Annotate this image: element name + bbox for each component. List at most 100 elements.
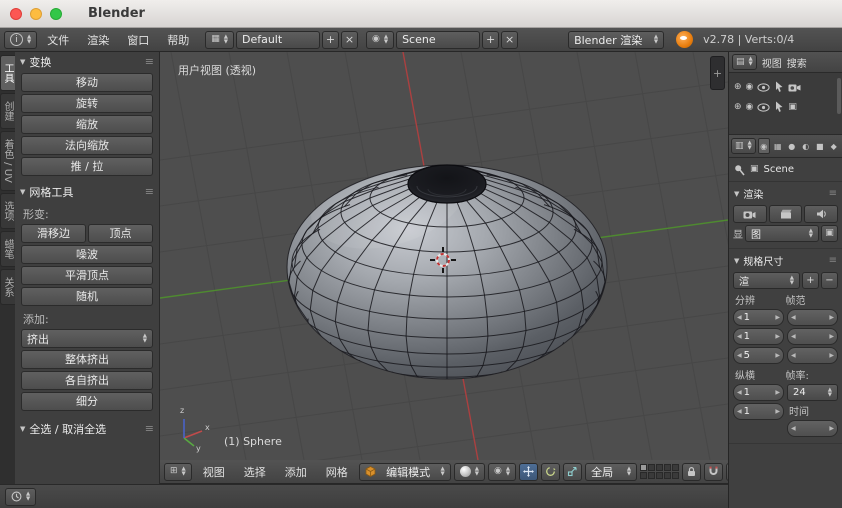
extrude-dropdown[interactable]: 挤出 bbox=[21, 329, 153, 348]
menu-view[interactable]: 视图 bbox=[195, 464, 233, 480]
editor-type-3dview-button[interactable]: ⊞ bbox=[164, 462, 192, 481]
frame-end-field[interactable] bbox=[787, 328, 838, 345]
outliner-menu-search[interactable]: 搜索 bbox=[787, 55, 839, 70]
scale-button[interactable]: 缩放 bbox=[21, 115, 153, 134]
mesh-tools-panel-header[interactable]: 网格工具 bbox=[15, 182, 159, 201]
shelf-tab-grease-pencil[interactable]: 蜡笔 bbox=[0, 230, 15, 267]
cursor-arrow-icon[interactable] bbox=[774, 81, 784, 93]
menu-window[interactable]: 窗口 bbox=[119, 32, 157, 48]
layer-cell[interactable] bbox=[648, 464, 656, 471]
tab-render[interactable]: ◉ bbox=[757, 138, 770, 154]
shelf-tab-relations[interactable]: 关系 bbox=[0, 268, 15, 305]
panel-grip-icon[interactable] bbox=[145, 55, 154, 68]
layer-cell[interactable] bbox=[640, 464, 648, 471]
camera-icon[interactable] bbox=[788, 83, 801, 92]
panel-grip-icon[interactable] bbox=[145, 185, 154, 198]
menu-render[interactable]: 渲染 bbox=[79, 32, 117, 48]
resolution-x-field[interactable]: 1 bbox=[733, 309, 784, 326]
shrink-fatten-button[interactable]: 法向缩放 bbox=[21, 136, 153, 155]
delete-scene-button[interactable] bbox=[501, 30, 519, 49]
tab-world[interactable]: ◐ bbox=[800, 138, 812, 154]
panel-grip-icon[interactable] bbox=[145, 422, 154, 435]
expand-icon[interactable]: ⊕ bbox=[734, 102, 742, 112]
randomize-button[interactable]: 随机 bbox=[21, 287, 153, 306]
outliner-row-object[interactable]: ⊕ ◉ ▣ bbox=[731, 97, 840, 117]
render-animation-button[interactable] bbox=[768, 205, 803, 223]
layer-cell[interactable] bbox=[664, 464, 672, 471]
editor-type-properties-button[interactable]: ▥ bbox=[731, 138, 756, 154]
editor-type-outliner-button[interactable]: ▤ bbox=[732, 54, 757, 70]
screen-layout-icon-button[interactable]: ▦ bbox=[205, 30, 234, 49]
manipulator-translate-toggle[interactable] bbox=[519, 462, 539, 481]
layer-cell[interactable] bbox=[672, 464, 680, 471]
mode-select[interactable]: 编辑模式 bbox=[358, 462, 451, 481]
extrude-individual-button[interactable]: 各自挤出 bbox=[21, 371, 153, 390]
render-still-button[interactable] bbox=[733, 205, 767, 223]
menu-add[interactable]: 添加 bbox=[277, 464, 315, 480]
scene-icon-button[interactable]: ◉ bbox=[365, 30, 395, 49]
viewport-shading-select[interactable] bbox=[453, 462, 486, 481]
layer-cell[interactable] bbox=[656, 464, 664, 471]
zoom-window-button[interactable] bbox=[50, 7, 62, 20]
3d-viewport[interactable]: 用户视图 (透视) (1) Sphere x y z bbox=[160, 52, 728, 460]
aspect-x-field[interactable]: 1 bbox=[733, 384, 784, 401]
layer-cell[interactable] bbox=[672, 472, 680, 479]
render-engine-select[interactable]: Blender 渲染 bbox=[568, 30, 665, 49]
frame-step-field[interactable] bbox=[787, 347, 838, 364]
eye-icon[interactable] bbox=[757, 82, 771, 92]
display-extra-button[interactable]: ▣ bbox=[821, 225, 838, 242]
add-scene-button[interactable] bbox=[482, 30, 500, 49]
lock-to-scene-toggle[interactable] bbox=[682, 462, 702, 481]
resolution-percent-field[interactable]: 5 bbox=[733, 347, 784, 364]
select-all-panel-header[interactable]: 全选 / 取消全选 bbox=[15, 419, 159, 438]
push-pull-button[interactable]: 推 / 拉 bbox=[21, 157, 153, 176]
scene-select[interactable]: Scene bbox=[396, 30, 481, 49]
dimensions-panel-header[interactable]: 规格尺寸 bbox=[729, 251, 842, 270]
tab-render-layers[interactable]: ▦ bbox=[772, 138, 784, 154]
subdivide-button[interactable]: 细分 bbox=[21, 392, 153, 411]
aspect-y-field[interactable]: 1 bbox=[733, 403, 784, 420]
rotate-button[interactable]: 旋转 bbox=[21, 94, 153, 113]
pivot-point-select[interactable]: ◉ bbox=[488, 462, 517, 481]
remove-preset-button[interactable]: − bbox=[821, 272, 838, 289]
transform-panel-header[interactable]: 变换 bbox=[15, 52, 159, 71]
noise-button[interactable]: 噪波 bbox=[21, 245, 153, 264]
time-remap-field[interactable] bbox=[787, 420, 838, 437]
smooth-vertex-button[interactable]: 平滑顶点 bbox=[21, 266, 153, 285]
tab-modifiers[interactable]: ◆ bbox=[828, 138, 840, 154]
tab-scene[interactable]: ● bbox=[786, 138, 798, 154]
edge-slide-button[interactable]: 滑移边 bbox=[21, 224, 86, 243]
panel-grip-icon[interactable] bbox=[829, 188, 837, 199]
layer-cell[interactable] bbox=[640, 472, 648, 479]
screen-layout-select[interactable]: Default bbox=[235, 30, 320, 49]
snap-toggle[interactable] bbox=[704, 462, 724, 481]
fps-select[interactable]: 24 bbox=[787, 384, 838, 401]
resolution-y-field[interactable]: 1 bbox=[733, 328, 784, 345]
extrude-region-button[interactable]: 整体挤出 bbox=[21, 350, 153, 369]
add-preset-button[interactable] bbox=[802, 272, 819, 289]
cursor-arrow-icon[interactable] bbox=[774, 101, 784, 113]
menu-mesh[interactable]: 网格 bbox=[318, 464, 356, 480]
open-region-plus-button[interactable] bbox=[710, 56, 725, 90]
layer-cell[interactable] bbox=[656, 472, 664, 479]
expand-icon[interactable]: ⊕ bbox=[734, 82, 742, 92]
editor-type-info-button[interactable] bbox=[4, 30, 38, 49]
pin-icon[interactable] bbox=[734, 164, 745, 176]
render-preset-select[interactable]: 渲 bbox=[733, 272, 800, 289]
close-window-button[interactable] bbox=[10, 7, 22, 20]
transform-orientation-select[interactable]: 全局 bbox=[585, 462, 638, 481]
outliner-menu-view[interactable]: 视图 bbox=[762, 55, 782, 70]
layer-cell[interactable] bbox=[664, 472, 672, 479]
shelf-tab-create[interactable]: 创建 bbox=[0, 93, 15, 129]
manipulator-rotate-toggle[interactable] bbox=[541, 462, 561, 481]
outliner-tree[interactable]: ⊕ ◉ ⊕ ◉ ▣ bbox=[729, 73, 842, 135]
layer-cell[interactable] bbox=[648, 472, 656, 479]
editor-type-timeline-button[interactable] bbox=[5, 487, 37, 506]
manipulator-scale-toggle[interactable] bbox=[563, 462, 583, 481]
layers-widget[interactable] bbox=[640, 464, 680, 479]
delete-layout-button[interactable] bbox=[340, 30, 358, 49]
menu-help[interactable]: 帮助 bbox=[159, 32, 197, 48]
outliner-row-scene[interactable]: ⊕ ◉ bbox=[731, 77, 840, 97]
tab-object[interactable]: ■ bbox=[814, 138, 826, 154]
add-layout-button[interactable] bbox=[321, 30, 339, 49]
